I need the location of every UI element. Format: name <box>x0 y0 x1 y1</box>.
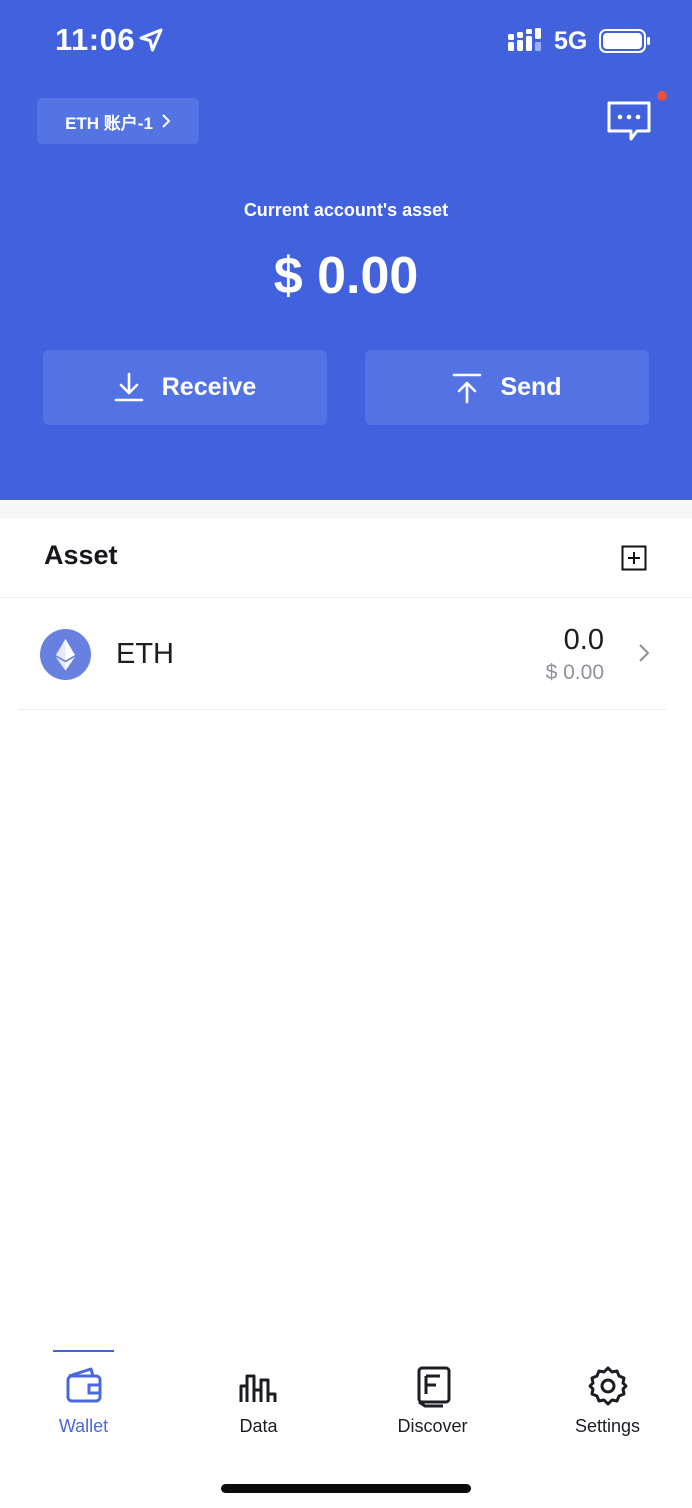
wallet-icon <box>66 1367 101 1403</box>
receive-button[interactable]: Receive <box>43 350 327 425</box>
ethereum-icon <box>40 629 91 680</box>
download-icon <box>114 372 144 401</box>
status-time: 11:06 <box>55 22 136 57</box>
wallet-header: 11:06 5G ETH 账户-1 Current account's asse… <box>0 0 692 500</box>
tab-settings[interactable]: Settings <box>521 1364 692 1437</box>
send-button[interactable]: Send <box>365 350 649 425</box>
chevron-right-icon <box>162 114 171 128</box>
account-label: ETH 账户-1 <box>65 113 153 133</box>
message-icon[interactable] <box>604 100 654 144</box>
tab-label: Data <box>239 1416 278 1436</box>
token-fiat-value: $ 0.00 <box>545 661 604 684</box>
signal-icon <box>508 28 541 51</box>
token-amount: 0.0 <box>563 624 604 656</box>
receive-label: Receive <box>161 373 257 401</box>
asset-title: Asset <box>44 540 118 570</box>
tab-label: Wallet <box>58 1416 109 1436</box>
document-icon <box>417 1366 450 1408</box>
section-divider <box>0 500 692 518</box>
token-row-eth[interactable]: ETH 0.0 $ 0.00 <box>18 598 666 710</box>
tab-label: Discover <box>397 1416 468 1436</box>
tab-wallet[interactable]: Wallet <box>0 1364 170 1437</box>
asset-total: $ 0.00 <box>273 247 419 305</box>
asset-section-header: Asset <box>0 518 692 598</box>
add-asset-icon[interactable] <box>621 545 647 571</box>
chevron-right-icon <box>639 644 650 662</box>
active-tab-indicator <box>53 1350 114 1352</box>
send-label: Send <box>500 373 562 401</box>
tab-discover[interactable]: Discover <box>346 1364 519 1437</box>
account-selector[interactable]: ETH 账户-1 <box>37 98 199 144</box>
tab-label: Settings <box>574 1416 641 1436</box>
chart-icon <box>239 1374 276 1402</box>
home-indicator <box>221 1484 471 1493</box>
asset-caption: Current account's asset <box>243 200 449 220</box>
gear-icon <box>588 1366 627 1406</box>
tab-data[interactable]: Data <box>172 1364 345 1437</box>
token-name: ETH <box>116 638 174 670</box>
battery-icon <box>599 29 650 53</box>
network-type: 5G <box>554 27 588 55</box>
notification-dot <box>657 91 667 101</box>
upload-icon <box>453 373 482 403</box>
location-arrow-icon <box>139 28 163 52</box>
